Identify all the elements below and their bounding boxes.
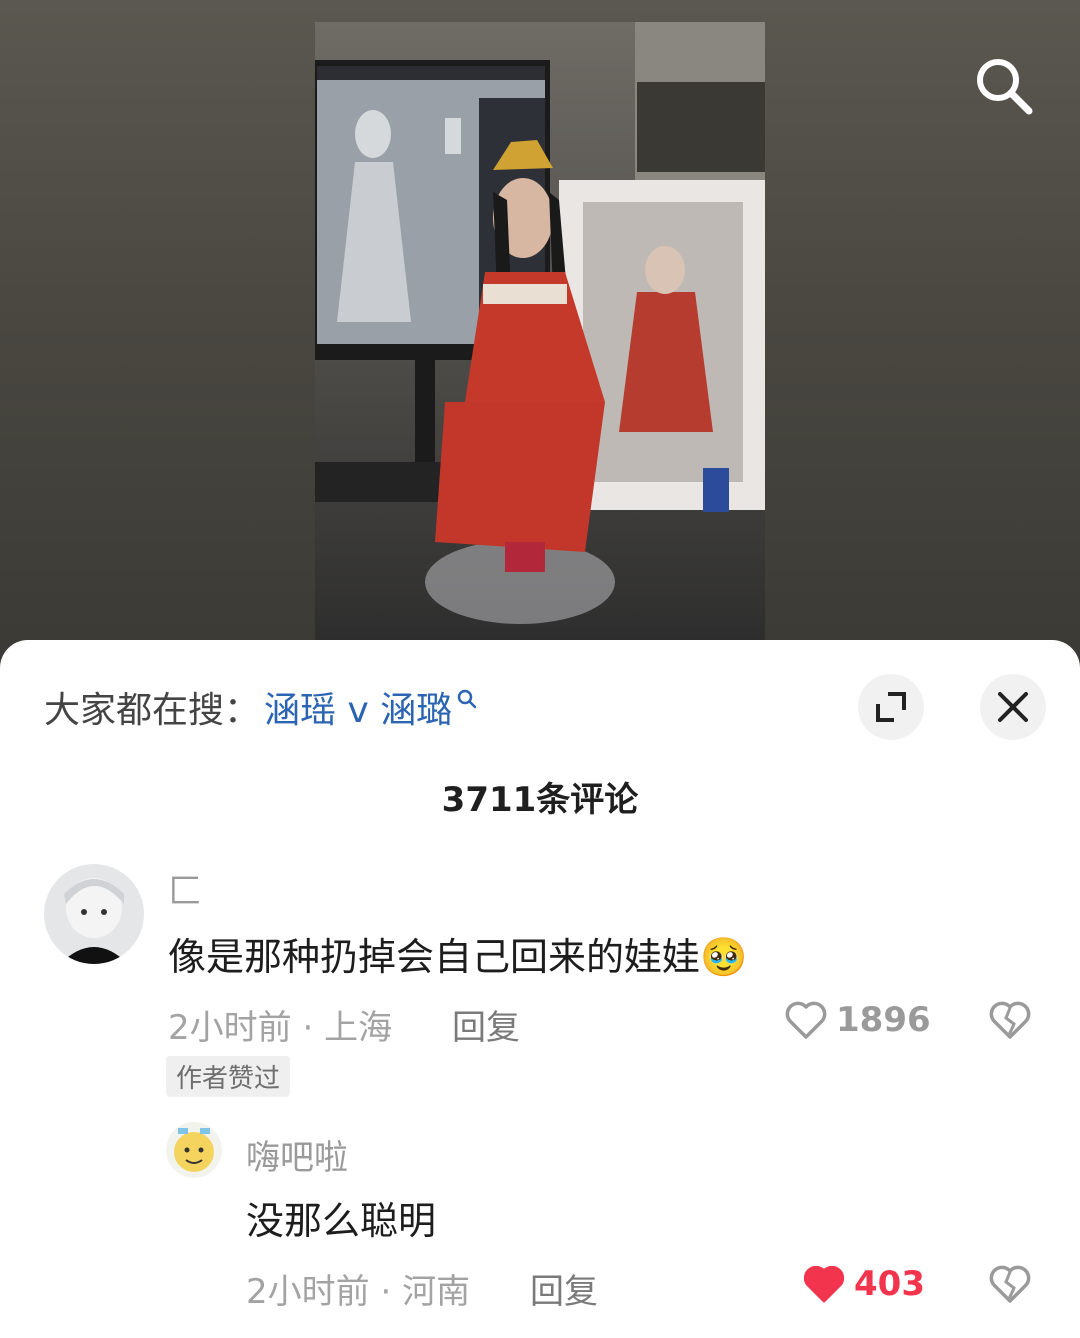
comment-count: 3711条评论 [441,780,639,820]
comment-sheet: 大家都在搜： 涵瑶 v 涵璐 3711条评论 匚 像是那种扔掉会自己回来的娃娃🥹… [0,640,1080,1338]
comment-username[interactable]: 嗨吧啦 [246,1130,348,1179]
close-icon [998,692,1028,722]
comment-text: 像是那种扔掉会自己回来的娃娃 [168,935,701,979]
broken-heart-icon [989,1265,1031,1303]
avatar-image [44,864,144,964]
heart-filled-icon [803,1265,845,1303]
video-frame [315,22,765,640]
reply-button[interactable]: 回复 [530,1264,598,1313]
like-button[interactable]: 403 [802,1264,925,1304]
search-button[interactable] [968,50,1040,122]
pleading-face-emoji: 🥹 [700,935,748,979]
heart-icon [785,1001,827,1039]
comment-time: 2小时前 [168,1008,292,1048]
author-liked-badge: 作者赞过 [166,1056,291,1097]
comment-content: 没那么聪明 [246,1199,437,1243]
like-count: 403 [854,1264,925,1304]
comment-location: 上海 [324,1008,393,1048]
comment-location: 河南 [402,1272,471,1312]
dislike-button[interactable] [988,1000,1032,1044]
avatar[interactable] [44,864,144,964]
comment-username[interactable]: 匚 [168,864,202,913]
video-illustration [315,22,765,624]
comment-meta: 2小时前 · 河南 [246,1272,471,1312]
hot-search-bar: 大家都在搜： 涵瑶 v 涵璐 [44,682,478,732]
hot-search-term[interactable]: 涵瑶 v 涵璐 [264,681,478,733]
comment-content: 像是那种扔掉会自己回来的娃娃🥹 [168,926,747,981]
like-count: 1896 [836,1000,931,1040]
hot-search-label: 大家都在搜： [44,690,261,731]
avatar-image [166,1122,222,1178]
reply-button[interactable]: 回复 [452,1000,520,1049]
close-button[interactable] [980,674,1046,740]
like-button[interactable]: 1896 [784,1000,931,1040]
broken-heart-icon [989,1001,1031,1039]
search-small-icon [457,689,477,709]
video-player[interactable] [0,0,1080,660]
comment-time: 2小时前 [246,1272,370,1312]
expand-button[interactable] [858,674,924,740]
dislike-button[interactable] [988,1264,1032,1308]
search-icon [977,59,1033,115]
expand-icon [876,692,906,722]
hot-search-term-text: 涵瑶 v 涵璐 [264,690,453,731]
comment-meta: 2小时前 · 上海 [168,1008,393,1048]
avatar[interactable] [166,1122,222,1178]
